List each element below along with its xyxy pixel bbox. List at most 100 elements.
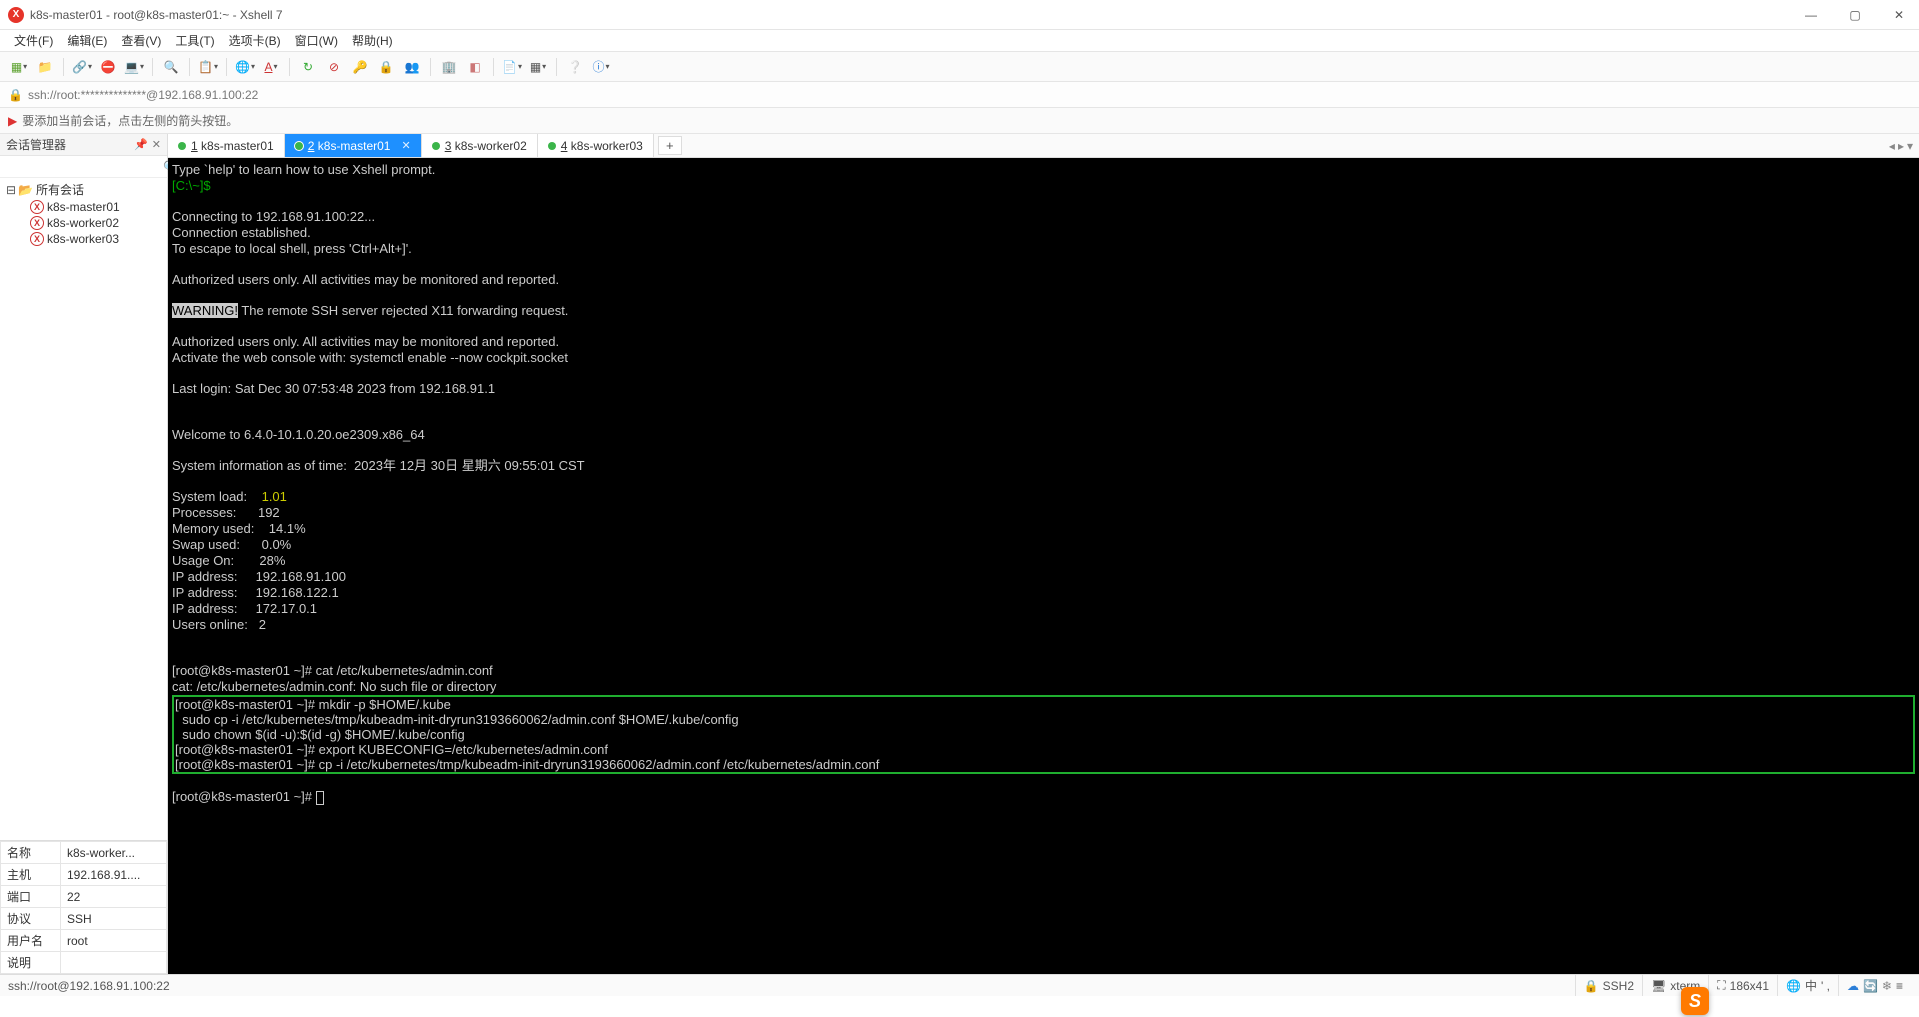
session-manager-sidebar: 会话管理器 📌 ✕ 🔍 ⊟ 📂 所有会话 X k8s-master01 X k8… — [0, 134, 168, 974]
users-icon[interactable]: 👥 — [401, 56, 423, 78]
lock-icon: 🔒 — [8, 88, 23, 102]
disconnect-icon[interactable]: ⛔ — [97, 56, 119, 78]
tray-icon[interactable]: 🔄 — [1863, 979, 1878, 993]
prop-user-value: root — [61, 930, 167, 952]
terminal-output[interactable]: Type `help' to learn how to use Xshell p… — [168, 158, 1919, 974]
tray-icon[interactable]: ❄ — [1882, 979, 1892, 993]
eraser-icon[interactable]: ◧ — [464, 56, 486, 78]
host-icon: X — [30, 216, 44, 230]
tray-icon[interactable]: ≡ — [1896, 979, 1903, 993]
sidebar-close-icon[interactable]: ✕ — [152, 138, 161, 151]
key-icon[interactable]: ⊘ — [323, 56, 345, 78]
tree-item-master01[interactable]: X k8s-master01 — [0, 199, 167, 215]
tab-1[interactable]: 1 k8s-master01 — [168, 134, 285, 157]
address-bar: 🔒 ssh://root:**************@192.168.91.1… — [0, 82, 1919, 108]
tree-item-label: k8s-worker02 — [47, 216, 119, 230]
address-text[interactable]: ssh://root:**************@192.168.91.100… — [28, 88, 1911, 102]
status-bar: ssh://root@192.168.91.100:22 🔒SSH2 🖥xter… — [0, 974, 1919, 996]
prop-name-value: k8s-worker... — [61, 842, 167, 864]
maximize-button[interactable]: ▢ — [1843, 3, 1867, 27]
toolbar-separator — [63, 58, 64, 76]
tree-item-worker02[interactable]: X k8s-worker02 — [0, 215, 167, 231]
tab-nav: ◂ ▸ ▾ — [1883, 134, 1919, 157]
lock-toolbar-icon[interactable]: 🔒 — [375, 56, 397, 78]
add-tab-button[interactable]: + — [658, 136, 682, 155]
status-dot-icon — [432, 142, 440, 150]
menu-bar: 文件(F) 编辑(E) 查看(V) 工具(T) 选项卡(B) 窗口(W) 帮助(… — [0, 30, 1919, 52]
collapse-icon[interactable]: ⊟ — [4, 183, 18, 197]
prop-port-key: 端口 — [1, 886, 61, 908]
globe-icon[interactable]: 🌐 — [234, 56, 256, 78]
status-dot-icon — [295, 142, 303, 150]
prop-desc-value — [61, 952, 167, 974]
menu-view[interactable]: 查看(V) — [115, 30, 167, 51]
tray-icon[interactable]: ☁ — [1847, 979, 1859, 993]
size-icon: ⛶ — [1717, 978, 1725, 993]
minimize-button[interactable]: — — [1799, 3, 1823, 27]
status-encoding: 🌐中 ' , — [1777, 975, 1838, 996]
menu-help[interactable]: 帮助(H) — [346, 30, 399, 51]
prop-proto-value: SSH — [61, 908, 167, 930]
prop-port-value: 22 — [61, 886, 167, 908]
tab-next-icon[interactable]: ▸ — [1898, 139, 1904, 153]
sidebar-search-input[interactable] — [0, 158, 163, 176]
prop-desc-key: 说明 — [1, 952, 61, 974]
ime-indicator-icon[interactable]: S — [1681, 987, 1709, 1015]
sidebar-title: 会话管理器 — [6, 136, 66, 153]
font-color-icon[interactable]: A — [260, 56, 282, 78]
status-connection: ssh://root@192.168.91.100:22 — [8, 979, 1575, 993]
tab-close-icon[interactable]: ✕ — [401, 139, 410, 152]
refresh-icon[interactable]: ↻ — [297, 56, 319, 78]
tab-list-icon[interactable]: ▾ — [1907, 139, 1913, 153]
tree-item-label: k8s-master01 — [47, 200, 120, 214]
pin-icon[interactable]: 📌 — [134, 138, 148, 151]
log-icon[interactable]: 📄 — [501, 56, 523, 78]
tree-root[interactable]: ⊟ 📂 所有会话 — [0, 180, 167, 199]
info-toolbar-icon[interactable]: ⓘ — [590, 56, 612, 78]
terminal-cursor — [316, 791, 324, 805]
flag-icon: ▶ — [8, 114, 17, 128]
prop-host-key: 主机 — [1, 864, 61, 886]
tree-item-worker03[interactable]: X k8s-worker03 — [0, 231, 167, 247]
toolbar-separator — [226, 58, 227, 76]
term-icon: 🖥 — [1651, 979, 1666, 993]
prop-host-value: 192.168.91.... — [61, 864, 167, 886]
toolbar: ▦ 📁 🔗 ⛔ 💻 🔍 📋 🌐 A ↻ ⊘ 🔑 🔒 👥 🏢 ◧ 📄 ▦ ❔ ⓘ — [0, 52, 1919, 82]
tree-root-label: 所有会话 — [36, 181, 84, 198]
layout-icon[interactable]: ▦ — [527, 56, 549, 78]
menu-window[interactable]: 窗口(W) — [289, 30, 344, 51]
tab-2[interactable]: 2 k8s-master01 ✕ — [285, 134, 422, 157]
status-tray: ☁ 🔄 ❄ ≡ — [1838, 975, 1911, 996]
toolbar-separator — [289, 58, 290, 76]
prop-user-key: 用户名 — [1, 930, 61, 952]
window-title: k8s-master01 - root@k8s-master01:~ - Xsh… — [30, 8, 1799, 22]
globe-status-icon: 🌐 — [1786, 979, 1801, 993]
menu-tools[interactable]: 工具(T) — [169, 30, 220, 51]
reconnect-icon[interactable]: 🔗 — [71, 56, 93, 78]
folder-icon: 📂 — [18, 183, 33, 197]
toolbar-separator — [493, 58, 494, 76]
toolbar-separator — [152, 58, 153, 76]
host-icon: X — [30, 232, 44, 246]
property-pane: 名称k8s-worker... 主机192.168.91.... 端口22 协议… — [0, 840, 167, 974]
prop-name-key: 名称 — [1, 842, 61, 864]
toolbar-separator — [189, 58, 190, 76]
keys-icon[interactable]: 🔑 — [349, 56, 371, 78]
menu-file[interactable]: 文件(F) — [8, 30, 59, 51]
open-session-icon[interactable]: 📁 — [34, 56, 56, 78]
building-icon[interactable]: 🏢 — [438, 56, 460, 78]
prop-proto-key: 协议 — [1, 908, 61, 930]
tab-3[interactable]: 3 k8s-worker02 — [422, 134, 538, 157]
close-window-button[interactable]: ✕ — [1887, 3, 1911, 27]
copy-icon[interactable]: 📋 — [197, 56, 219, 78]
search-icon[interactable]: 🔍 — [160, 56, 182, 78]
new-session-icon[interactable]: ▦ — [8, 56, 30, 78]
status-dot-icon — [548, 142, 556, 150]
help-toolbar-icon[interactable]: ❔ — [564, 56, 586, 78]
tab-4[interactable]: 4 k8s-worker03 — [538, 134, 654, 157]
tab-prev-icon[interactable]: ◂ — [1889, 139, 1895, 153]
menu-edit[interactable]: 编辑(E) — [61, 30, 113, 51]
status-ssh: 🔒SSH2 — [1575, 975, 1642, 996]
menu-tabs[interactable]: 选项卡(B) — [223, 30, 287, 51]
local-shell-icon[interactable]: 💻 — [123, 56, 145, 78]
